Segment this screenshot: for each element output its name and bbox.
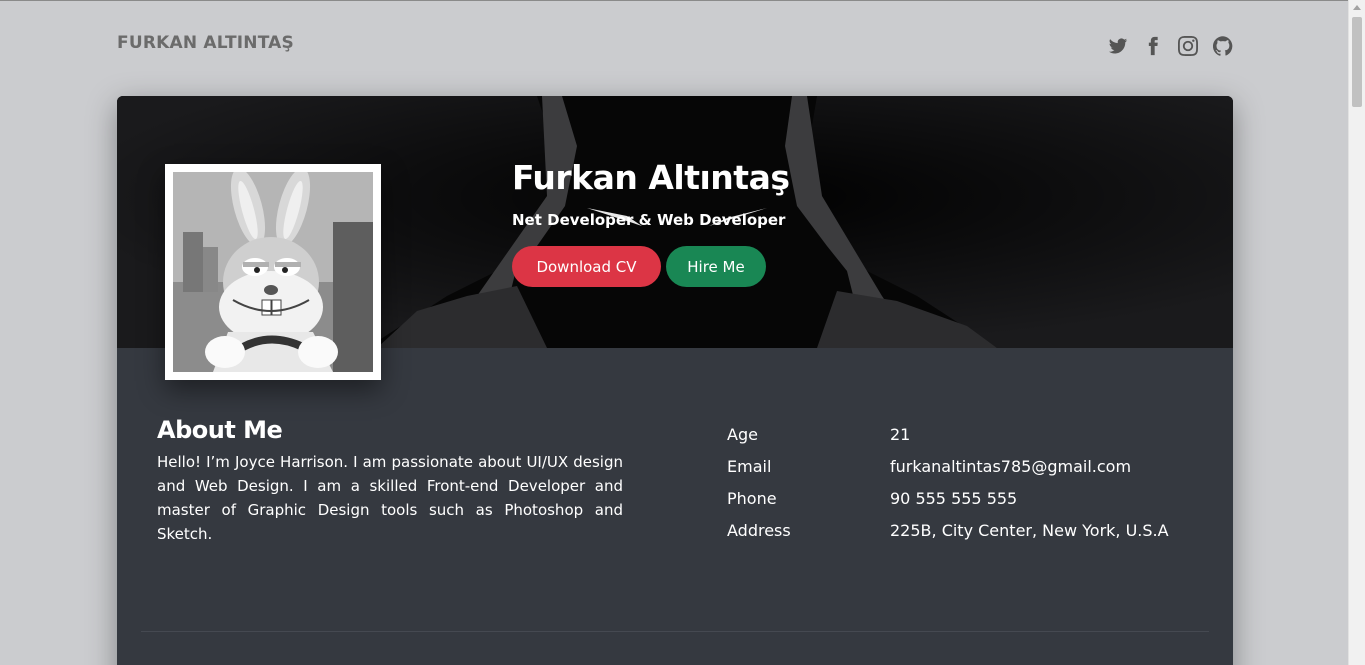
github-icon[interactable] (1212, 35, 1234, 57)
info-row-address: Address 225B, City Center, New York, U.S… (727, 514, 1169, 546)
info-value[interactable]: furkanaltintas785@gmail.com (890, 457, 1131, 476)
instagram-icon[interactable] (1177, 35, 1199, 57)
download-cv-button[interactable]: Download CV (512, 246, 661, 287)
info-row-phone: Phone 90 555 555 555 (727, 482, 1169, 514)
info-label: Email (727, 456, 772, 476)
social-links (1107, 35, 1234, 57)
window-top-border (0, 0, 1365, 1)
scroll-up-arrow-icon[interactable] (1353, 5, 1361, 10)
scrollbar-thumb[interactable] (1352, 17, 1362, 107)
hero-text-block: Furkan Altıntaş Net Developer & Web Deve… (512, 158, 790, 287)
about-title: About Me (157, 416, 283, 444)
twitter-icon[interactable] (1107, 35, 1129, 57)
info-row-email: Email furkanaltintas785@gmail.com (727, 450, 1169, 482)
hire-me-button[interactable]: Hire Me (666, 246, 766, 287)
brand-title[interactable]: FURKAN ALTINTAŞ (117, 33, 294, 53)
hero-name: Furkan Altıntaş (512, 158, 790, 197)
info-label: Address (727, 520, 791, 540)
info-value: 90 555 555 555 (890, 488, 1018, 508)
facebook-icon[interactable] (1142, 35, 1164, 57)
info-value: 225B, City Center, New York, U.S.A (890, 520, 1169, 540)
profile-photo-frame (165, 164, 381, 380)
section-divider (141, 631, 1209, 632)
hero-role: Net Developer & Web Developer (512, 211, 786, 229)
info-row-age: Age 21 (727, 418, 1169, 450)
about-section: About Me Hello! I’m Joyce Harrison. I am… (157, 416, 623, 546)
info-value: 21 (890, 424, 911, 444)
about-text: Hello! I’m Joyce Harrison. I am passiona… (157, 453, 623, 543)
info-label: Phone (727, 488, 777, 508)
profile-photo (173, 172, 373, 372)
hero-buttons: Download CV Hire Me (512, 246, 789, 287)
info-list: Age 21 Email furkanaltintas785@gmail.com… (727, 418, 1169, 546)
info-label: Age (727, 424, 758, 444)
page-scrollbar[interactable] (1348, 0, 1365, 665)
profile-card: Furkan Altıntaş Net Developer & Web Deve… (117, 96, 1233, 665)
